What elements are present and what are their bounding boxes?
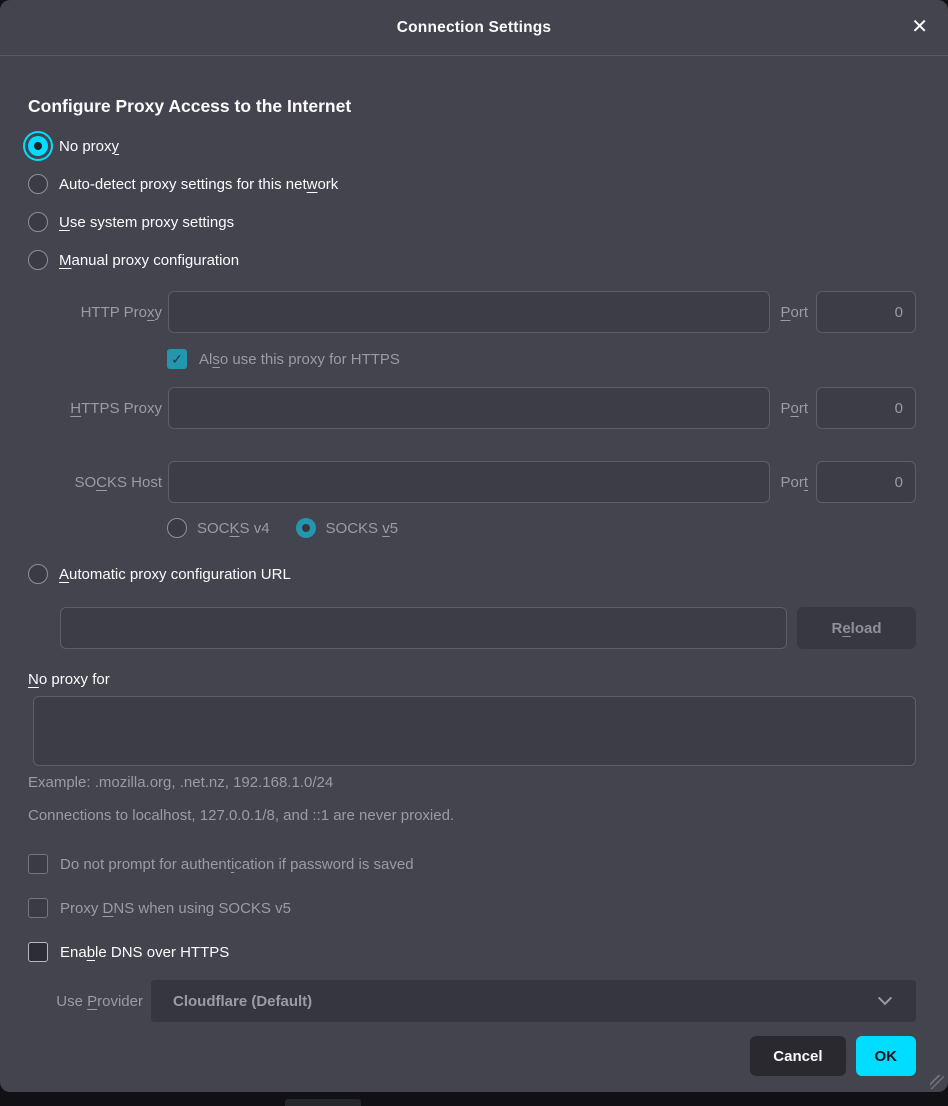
doh-provider-selected: Cloudflare (Default) bbox=[151, 993, 880, 1010]
radio-socks-v5-label: SOCKS v5 bbox=[326, 520, 399, 537]
no-proxy-note-text: Connections to localhost, 127.0.0.1/8, a… bbox=[28, 807, 916, 824]
https-port-label: Port bbox=[780, 400, 808, 417]
socks-host-input[interactable] bbox=[168, 461, 770, 503]
cancel-button[interactable]: Cancel bbox=[750, 1036, 845, 1076]
no-prompt-auth-row[interactable]: Do not prompt for authentication if pass… bbox=[28, 854, 916, 874]
radio-manual-proxy[interactable] bbox=[28, 250, 48, 270]
close-icon[interactable]: ✕ bbox=[911, 15, 928, 39]
no-prompt-auth-checkbox[interactable] bbox=[28, 854, 48, 874]
auto-url-row: Reload bbox=[60, 607, 916, 649]
dialog-content: Configure Proxy Access to the Internet N… bbox=[0, 56, 948, 1076]
connection-settings-dialog: Connection Settings ✕ Configure Proxy Ac… bbox=[0, 0, 948, 1092]
dialog-footer: Cancel OK bbox=[28, 1036, 916, 1076]
radio-auto-url[interactable] bbox=[28, 564, 48, 584]
resize-grip[interactable] bbox=[930, 1075, 944, 1089]
socks-port-label: Port bbox=[780, 474, 808, 491]
enable-doh-label: Enable DNS over HTTPS bbox=[60, 944, 229, 961]
dialog-title: Connection Settings bbox=[397, 19, 552, 37]
radio-socks-v4-label: SOCKS v4 bbox=[197, 520, 270, 537]
socks-host-label: SOCKS Host bbox=[28, 474, 162, 491]
http-port-input[interactable] bbox=[816, 291, 916, 333]
https-proxy-input[interactable] bbox=[168, 387, 770, 429]
radio-no-proxy[interactable] bbox=[28, 136, 48, 156]
radio-row-manual-proxy[interactable]: Manual proxy configuration bbox=[28, 241, 916, 279]
http-port-label: Port bbox=[780, 304, 808, 321]
radio-no-proxy-label: No proxy bbox=[59, 138, 119, 155]
also-https-checkbox[interactable]: ✓ bbox=[167, 349, 187, 369]
dialog-titlebar: Connection Settings ✕ bbox=[0, 0, 948, 56]
enable-doh-row[interactable]: Enable DNS over HTTPS bbox=[28, 942, 916, 962]
proxy-dns-row[interactable]: Proxy DNS when using SOCKS v5 bbox=[28, 898, 916, 918]
reload-button[interactable]: Reload bbox=[797, 607, 916, 649]
radio-auto-url-label: Automatic proxy configuration URL bbox=[59, 566, 291, 583]
no-proxy-example-text: Example: .mozilla.org, .net.nz, 192.168.… bbox=[28, 774, 916, 791]
proxy-dns-checkbox[interactable] bbox=[28, 898, 48, 918]
radio-auto-detect[interactable] bbox=[28, 174, 48, 194]
proxy-dns-label: Proxy DNS when using SOCKS v5 bbox=[60, 900, 291, 917]
also-https-label: Also use this proxy for HTTPS bbox=[199, 351, 400, 368]
http-proxy-input[interactable] bbox=[168, 291, 770, 333]
http-proxy-row: HTTP Proxy Port bbox=[28, 291, 916, 333]
radio-row-no-proxy[interactable]: No proxy bbox=[28, 127, 916, 165]
https-proxy-row: HTTPS Proxy Port bbox=[28, 387, 916, 429]
https-port-input[interactable] bbox=[816, 387, 916, 429]
use-provider-label: Use Provider bbox=[28, 993, 143, 1010]
auto-url-input[interactable] bbox=[60, 607, 787, 649]
doh-provider-dropdown[interactable]: Cloudflare (Default) bbox=[151, 980, 916, 1022]
radio-socks-v5[interactable] bbox=[296, 518, 316, 538]
also-https-row[interactable]: ✓ Also use this proxy for HTTPS bbox=[167, 349, 916, 369]
socks-port-input[interactable] bbox=[816, 461, 916, 503]
radio-row-auto-url[interactable]: Automatic proxy configuration URL bbox=[28, 555, 916, 593]
enable-doh-checkbox[interactable] bbox=[28, 942, 48, 962]
radio-system-proxy-label: Use system proxy settings bbox=[59, 214, 234, 231]
ok-button[interactable]: OK bbox=[856, 1036, 917, 1076]
radio-row-system-proxy[interactable]: Use system proxy settings bbox=[28, 203, 916, 241]
radio-row-socks-v4[interactable]: SOCKS v4 bbox=[167, 517, 270, 539]
no-proxy-for-label: No proxy for bbox=[28, 671, 916, 688]
socks-version-group: SOCKS v4 SOCKS v5 bbox=[167, 517, 916, 539]
radio-row-auto-detect[interactable]: Auto-detect proxy settings for this netw… bbox=[28, 165, 916, 203]
radio-row-socks-v5[interactable]: SOCKS v5 bbox=[296, 517, 399, 539]
radio-auto-detect-label: Auto-detect proxy settings for this netw… bbox=[59, 176, 338, 193]
doh-provider-row: Use Provider Cloudflare (Default) bbox=[28, 980, 916, 1022]
radio-socks-v4[interactable] bbox=[167, 518, 187, 538]
https-proxy-label: HTTPS Proxy bbox=[28, 400, 162, 417]
no-prompt-auth-label: Do not prompt for authentication if pass… bbox=[60, 856, 414, 873]
page-title: Configure Proxy Access to the Internet bbox=[28, 96, 916, 117]
no-proxy-for-textarea[interactable] bbox=[33, 696, 916, 766]
radio-manual-proxy-label: Manual proxy configuration bbox=[59, 252, 239, 269]
chevron-down-icon bbox=[878, 991, 892, 1005]
socks-host-row: SOCKS Host Port bbox=[28, 461, 916, 503]
http-proxy-label: HTTP Proxy bbox=[28, 304, 162, 321]
background-page-fragment bbox=[285, 1099, 361, 1106]
radio-system-proxy[interactable] bbox=[28, 212, 48, 232]
